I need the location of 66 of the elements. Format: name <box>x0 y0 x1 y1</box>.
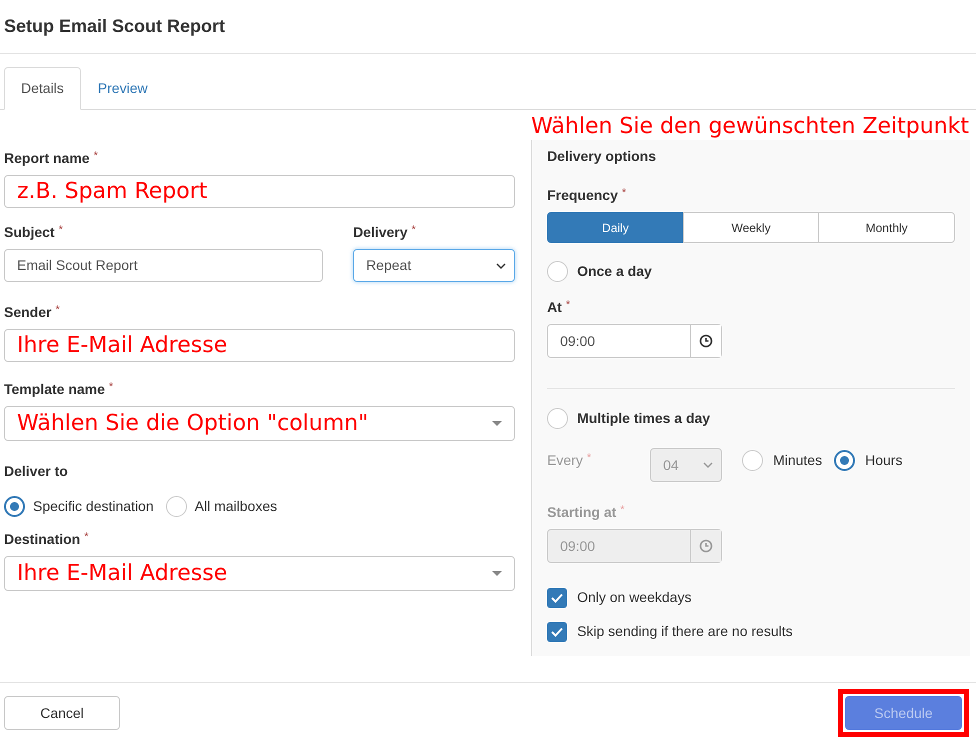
field-value: Email Scout Report <box>16 256 139 275</box>
time-value: 09:00 <box>559 332 596 350</box>
select-field[interactable]: Ihre E-Mail Adresse <box>4 556 516 591</box>
tab[interactable]: Details <box>4 67 81 110</box>
tab[interactable]: Preview <box>80 67 165 110</box>
text-field[interactable]: z.B. Spam Report <box>4 175 516 208</box>
caret-icon <box>492 570 502 576</box>
panel-title: Delivery options <box>547 147 657 166</box>
segment-button[interactable]: Weekly <box>682 212 820 243</box>
radio-button[interactable] <box>4 496 25 517</box>
field-value: Wählen Sie die Option "column" <box>16 410 370 438</box>
chevron-icon <box>703 462 714 468</box>
checkbox-label[interactable]: Only on weekdays <box>577 587 692 608</box>
check-icon <box>551 592 564 602</box>
required-mark: * <box>412 223 416 238</box>
field-label: Report name <box>4 149 90 168</box>
checkbox-label[interactable]: Skip sending if there are no results <box>577 621 793 642</box>
field-label: Subject <box>4 223 55 242</box>
required-mark: * <box>586 451 592 466</box>
required-mark: * <box>55 303 60 318</box>
required-mark: * <box>622 186 626 201</box>
text-field[interactable]: Ihre E-Mail Adresse <box>4 329 516 362</box>
clock-icon <box>699 539 714 553</box>
radio-button[interactable] <box>547 408 568 429</box>
field-label: Destination <box>4 530 80 549</box>
required-mark: * <box>620 503 625 518</box>
field-label: At <box>547 298 562 317</box>
field-label: Starting at <box>547 503 616 522</box>
segment-button[interactable]: Daily <box>547 212 684 243</box>
time-value: 09:00 <box>559 536 596 556</box>
radio-label[interactable]: Multiple times a day <box>577 408 710 429</box>
radio-label[interactable]: Specific destination <box>33 496 154 517</box>
caret-icon <box>492 420 502 426</box>
field-label: Frequency <box>547 186 618 205</box>
field-value: Ihre E-Mail Adresse <box>16 332 228 360</box>
check-icon <box>551 626 564 636</box>
checkbox[interactable] <box>547 622 568 642</box>
radio-button[interactable] <box>166 496 187 517</box>
checkbox[interactable] <box>547 588 568 608</box>
select-value: 04 <box>662 456 680 474</box>
field-label: Every <box>547 451 583 470</box>
field-value: z.B. Spam Report <box>16 178 208 206</box>
field-label: Delivery <box>353 223 408 242</box>
required-mark: * <box>566 298 570 313</box>
required-mark: * <box>108 380 114 395</box>
select-field[interactable]: Repeat <box>353 249 516 282</box>
dialog-title: Setup Email Scout Report <box>4 15 226 38</box>
clock-icon <box>699 334 714 348</box>
cancel-button[interactable]: Cancel <box>4 696 120 730</box>
required-mark: * <box>94 149 98 164</box>
annotation-text: Wählen Sie den gewünschten Zeitpunkt <box>531 114 970 140</box>
field-label: Deliver to <box>4 462 68 481</box>
radio-label[interactable]: Once a day <box>577 261 652 282</box>
field-label: Template name <box>4 380 105 399</box>
field-value: Ihre E-Mail Adresse <box>16 560 228 588</box>
field-label: Sender <box>4 303 52 322</box>
select-value: Repeat <box>365 256 412 275</box>
time-field[interactable]: 09:00 <box>547 324 722 358</box>
text-field[interactable]: Email Scout Report <box>4 249 324 282</box>
segment-button[interactable]: Monthly <box>818 212 955 243</box>
required-mark: * <box>58 223 63 238</box>
select-field[interactable]: Wählen Sie die Option "column" <box>4 406 516 441</box>
radio-button[interactable] <box>547 261 568 282</box>
chevron-icon <box>496 262 506 268</box>
required-mark: * <box>84 530 89 545</box>
radio-label[interactable]: All mailboxes <box>194 496 278 517</box>
